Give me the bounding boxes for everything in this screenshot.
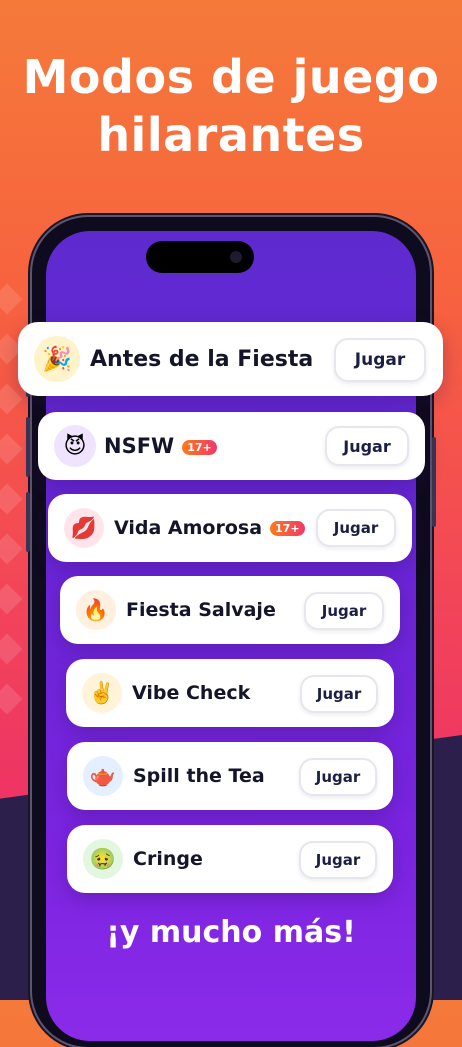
teapot-icon: 🫖 (83, 756, 123, 796)
decor-diamond (0, 683, 23, 715)
phone-side-button (26, 492, 30, 552)
woozy-face-icon: 🤢 (83, 839, 123, 879)
mode-card-cringe[interactable]: 🤢 Cringe Jugar (67, 825, 393, 893)
age-badge: 17+ (182, 439, 217, 455)
victory-hand-icon: ✌️ (82, 673, 122, 713)
mode-title-text: Vida Amorosa (114, 517, 263, 539)
devil-face-icon: 😈 (54, 425, 96, 467)
decor-diamond (0, 383, 23, 415)
mode-card-fiesta-salvaje[interactable]: 🔥 Fiesta Salvaje Jugar (60, 576, 400, 644)
mode-title-text: NSFW (104, 434, 175, 458)
kiss-lips-icon: 💋 (64, 508, 104, 548)
mode-card-spill-the-tea[interactable]: 🫖 Spill the Tea Jugar (67, 742, 393, 810)
phone-side-button (432, 437, 436, 527)
decor-diamond (0, 633, 23, 665)
icon-glyph: 😈 (63, 433, 87, 459)
decor-diamond (0, 433, 23, 465)
mode-title: Vibe Check (132, 682, 251, 704)
play-button[interactable]: Jugar (299, 758, 377, 796)
mode-title: Fiesta Salvaje (126, 599, 276, 621)
play-button[interactable]: Jugar (334, 338, 426, 382)
decor-diamond (0, 483, 23, 515)
mode-card-vida-amorosa[interactable]: 💋 Vida Amorosa 17+ Jugar (48, 494, 412, 562)
play-button[interactable]: Jugar (299, 841, 377, 879)
decor-diamond (0, 533, 23, 565)
mode-card-nsfw[interactable]: 😈 NSFW 17+ Jugar (38, 412, 425, 480)
fire-icon: 🔥 (76, 590, 116, 630)
headline-line-2: hilarantes (97, 108, 365, 162)
dynamic-island (146, 241, 254, 273)
headline-line-1: Modos de juego (22, 50, 440, 104)
age-badge: 17+ (270, 521, 305, 536)
play-button[interactable]: Jugar (316, 509, 396, 547)
mode-card-antes-de-la-fiesta[interactable]: 🎉 Antes de la Fiesta Jugar (18, 322, 443, 396)
decor-diamond (0, 283, 23, 315)
mode-title: Vida Amorosa 17+ (114, 517, 305, 539)
mode-title: Antes de la Fiesta (90, 346, 314, 372)
icon-glyph: 🎉 (42, 345, 72, 373)
camera-lens-icon (230, 251, 242, 263)
mode-title: NSFW 17+ (104, 434, 217, 458)
mode-title: Spill the Tea (133, 765, 265, 787)
icon-glyph: 🫖 (89, 763, 117, 788)
icon-glyph: 💋 (70, 515, 98, 540)
headline: Modos de juego hilarantes (0, 48, 462, 164)
phone-side-button (26, 417, 30, 477)
mode-title: Cringe (133, 848, 203, 870)
decor-diamond (0, 583, 23, 615)
icon-glyph: 🔥 (82, 597, 110, 622)
play-button[interactable]: Jugar (325, 426, 409, 466)
icon-glyph: 🤢 (89, 846, 117, 871)
play-button[interactable]: Jugar (304, 592, 384, 630)
play-button[interactable]: Jugar (300, 675, 378, 713)
footer-tagline: ¡y mucho más! (106, 915, 356, 950)
icon-glyph: ✌️ (88, 680, 116, 705)
party-popper-icon: 🎉 (34, 336, 80, 382)
mode-card-vibe-check[interactable]: ✌️ Vibe Check Jugar (66, 659, 394, 727)
